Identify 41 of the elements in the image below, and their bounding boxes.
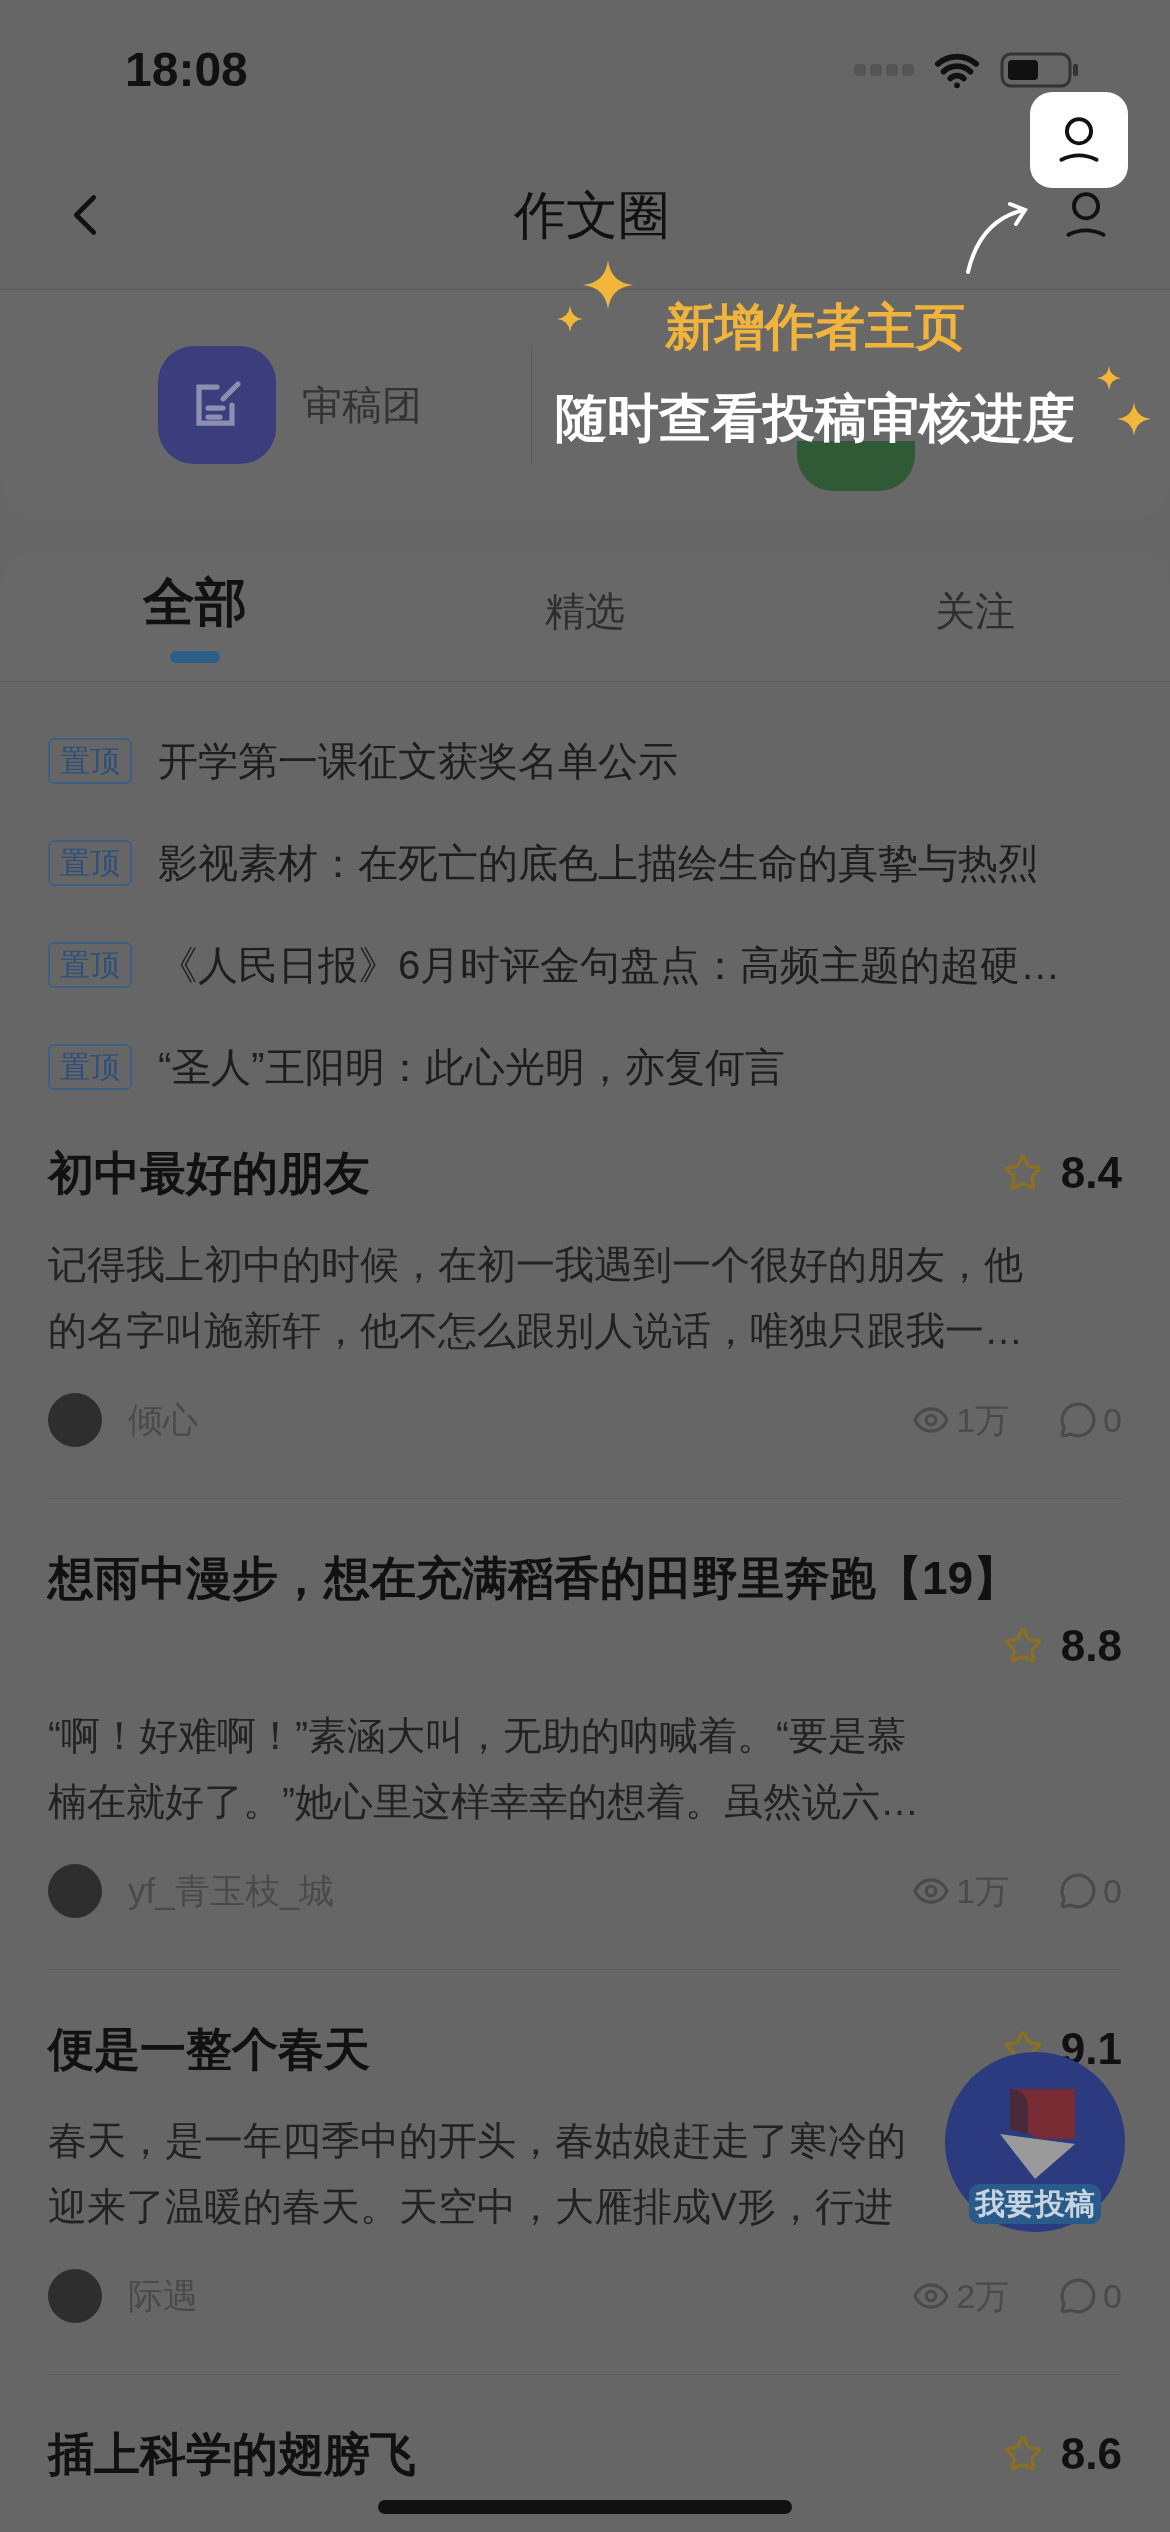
rating: 8.6 xyxy=(1060,2428,1122,2480)
excerpt-line: 迎来了温暖的春天。天空中，大雁排成V形，行进 xyxy=(48,2184,893,2230)
pinned-post-link[interactable]: 开学第一课征文获奖名单公示 xyxy=(158,731,678,791)
comment-icon xyxy=(1059,1872,1098,1910)
post-title[interactable]: 想雨中漫步，想在充满稻香的田野里奔跑【19】 xyxy=(48,1543,1020,1613)
pinned-post-link[interactable]: 《人民日报》6月时评金句盘点：高频主题的超硬… xyxy=(158,935,1061,995)
avatar[interactable] xyxy=(48,2269,102,2323)
excerpt-line: 楠在就好了。”她心里这样幸幸的想着。虽然说六… xyxy=(48,1779,919,1825)
page-title: 作文圈 xyxy=(514,184,670,246)
tab[interactable]: 全部 xyxy=(143,563,247,663)
coach-subtitle: 随时查看投稿审核进度 xyxy=(555,388,1075,449)
pinned-tag: 置顶 xyxy=(48,1044,132,1090)
rating: 8.4 xyxy=(1060,1147,1122,1199)
rating: 8.8 xyxy=(1060,1620,1122,1672)
battery-icon xyxy=(1000,50,1080,90)
pinned-post-link[interactable]: 影视素材：在死亡的底色上描绘生命的真挚与热烈 xyxy=(158,833,1038,893)
tab[interactable]: 关注 xyxy=(935,581,1015,663)
excerpt-line: 春天，是一年四季中的开头，春姑娘赶走了寒冷的 xyxy=(48,2118,906,2164)
comment-icon xyxy=(1059,2277,1098,2315)
excerpt-line: 记得我上初中的时候，在初一我遇到一个很好的朋友，他 xyxy=(48,1242,1023,1288)
pinned-tag: 置顶 xyxy=(48,942,132,988)
star-icon xyxy=(1002,1153,1043,1193)
excerpt-line: 的名字叫施新轩，他不怎么跟别人说话，唯独只跟我一… xyxy=(48,1308,1023,1354)
post-title[interactable]: 初中最好的朋友 xyxy=(48,1138,370,1208)
post-title[interactable]: 便是一整个春天 xyxy=(48,2014,370,2084)
avatar[interactable] xyxy=(48,1393,102,1447)
star-icon xyxy=(1002,2434,1043,2474)
highlighted-user-button[interactable] xyxy=(1030,92,1128,188)
edit-app-icon[interactable] xyxy=(158,346,276,464)
post-title[interactable]: 插上科学的翅膀飞 xyxy=(48,2419,416,2489)
user-icon[interactable] xyxy=(1057,115,1101,165)
avatar[interactable] xyxy=(48,1864,102,1918)
pinned-tag: 置顶 xyxy=(48,840,132,886)
status-time: 18:08 xyxy=(125,42,248,98)
star-icon xyxy=(1002,1626,1043,1666)
pinned-tag: 置顶 xyxy=(48,738,132,784)
comment-icon xyxy=(1059,1401,1098,1439)
coach-headline: 新增作者主页 xyxy=(665,298,965,357)
pinned-post-link[interactable]: “圣人”王阳明：此心光明，亦复何言 xyxy=(158,1037,785,1097)
excerpt-line: “啊！好难啊！”素涵大叫，无助的呐喊着。“要是慕 xyxy=(48,1713,906,1759)
tab[interactable]: 精选 xyxy=(545,581,625,663)
